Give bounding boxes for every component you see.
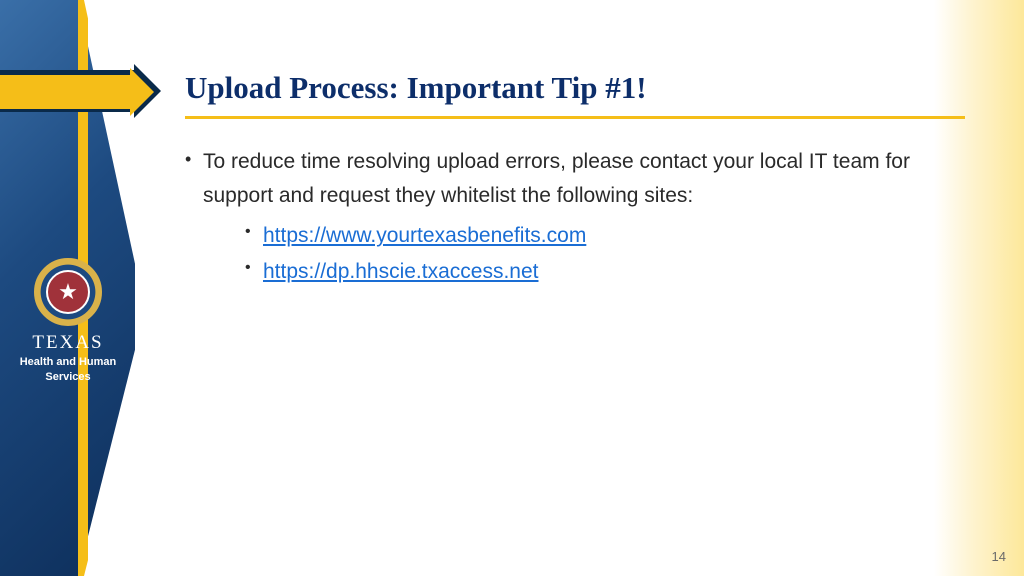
title-underline (185, 116, 965, 119)
slide-title: Upload Process: Important Tip #1! (185, 70, 965, 106)
slide-content: Upload Process: Important Tip #1! To red… (185, 70, 965, 294)
sidebar: ★ TEXAS Health and Human Services (0, 0, 145, 576)
arrow-head-icon (130, 68, 154, 116)
page-number: 14 (992, 549, 1006, 564)
main-bullet-text: To reduce time resolving upload errors, … (203, 150, 910, 207)
logo-state-name: TEXAS (18, 332, 118, 354)
logo-area: ★ TEXAS Health and Human Services (18, 258, 118, 384)
star-icon: ★ (58, 279, 78, 305)
texas-seal-icon: ★ (34, 258, 102, 326)
main-bullet-item: To reduce time resolving upload errors, … (185, 145, 965, 290)
arrow-band (0, 75, 130, 109)
sub-bullet-item: https://dp.hhscie.txaccess.net (245, 254, 965, 290)
whitelist-link-2[interactable]: https://dp.hhscie.txaccess.net (263, 260, 538, 283)
whitelist-link-1[interactable]: https://www.yourtexasbenefits.com (263, 224, 586, 247)
sub-bullet-item: https://www.yourtexasbenefits.com (245, 218, 965, 254)
logo-agency-line1: Health and Human (18, 356, 118, 369)
logo-agency-line2: Services (18, 371, 118, 384)
main-bullet-list: To reduce time resolving upload errors, … (185, 145, 965, 290)
sub-bullet-list: https://www.yourtexasbenefits.com https:… (203, 218, 965, 289)
seal-inner: ★ (46, 270, 90, 314)
